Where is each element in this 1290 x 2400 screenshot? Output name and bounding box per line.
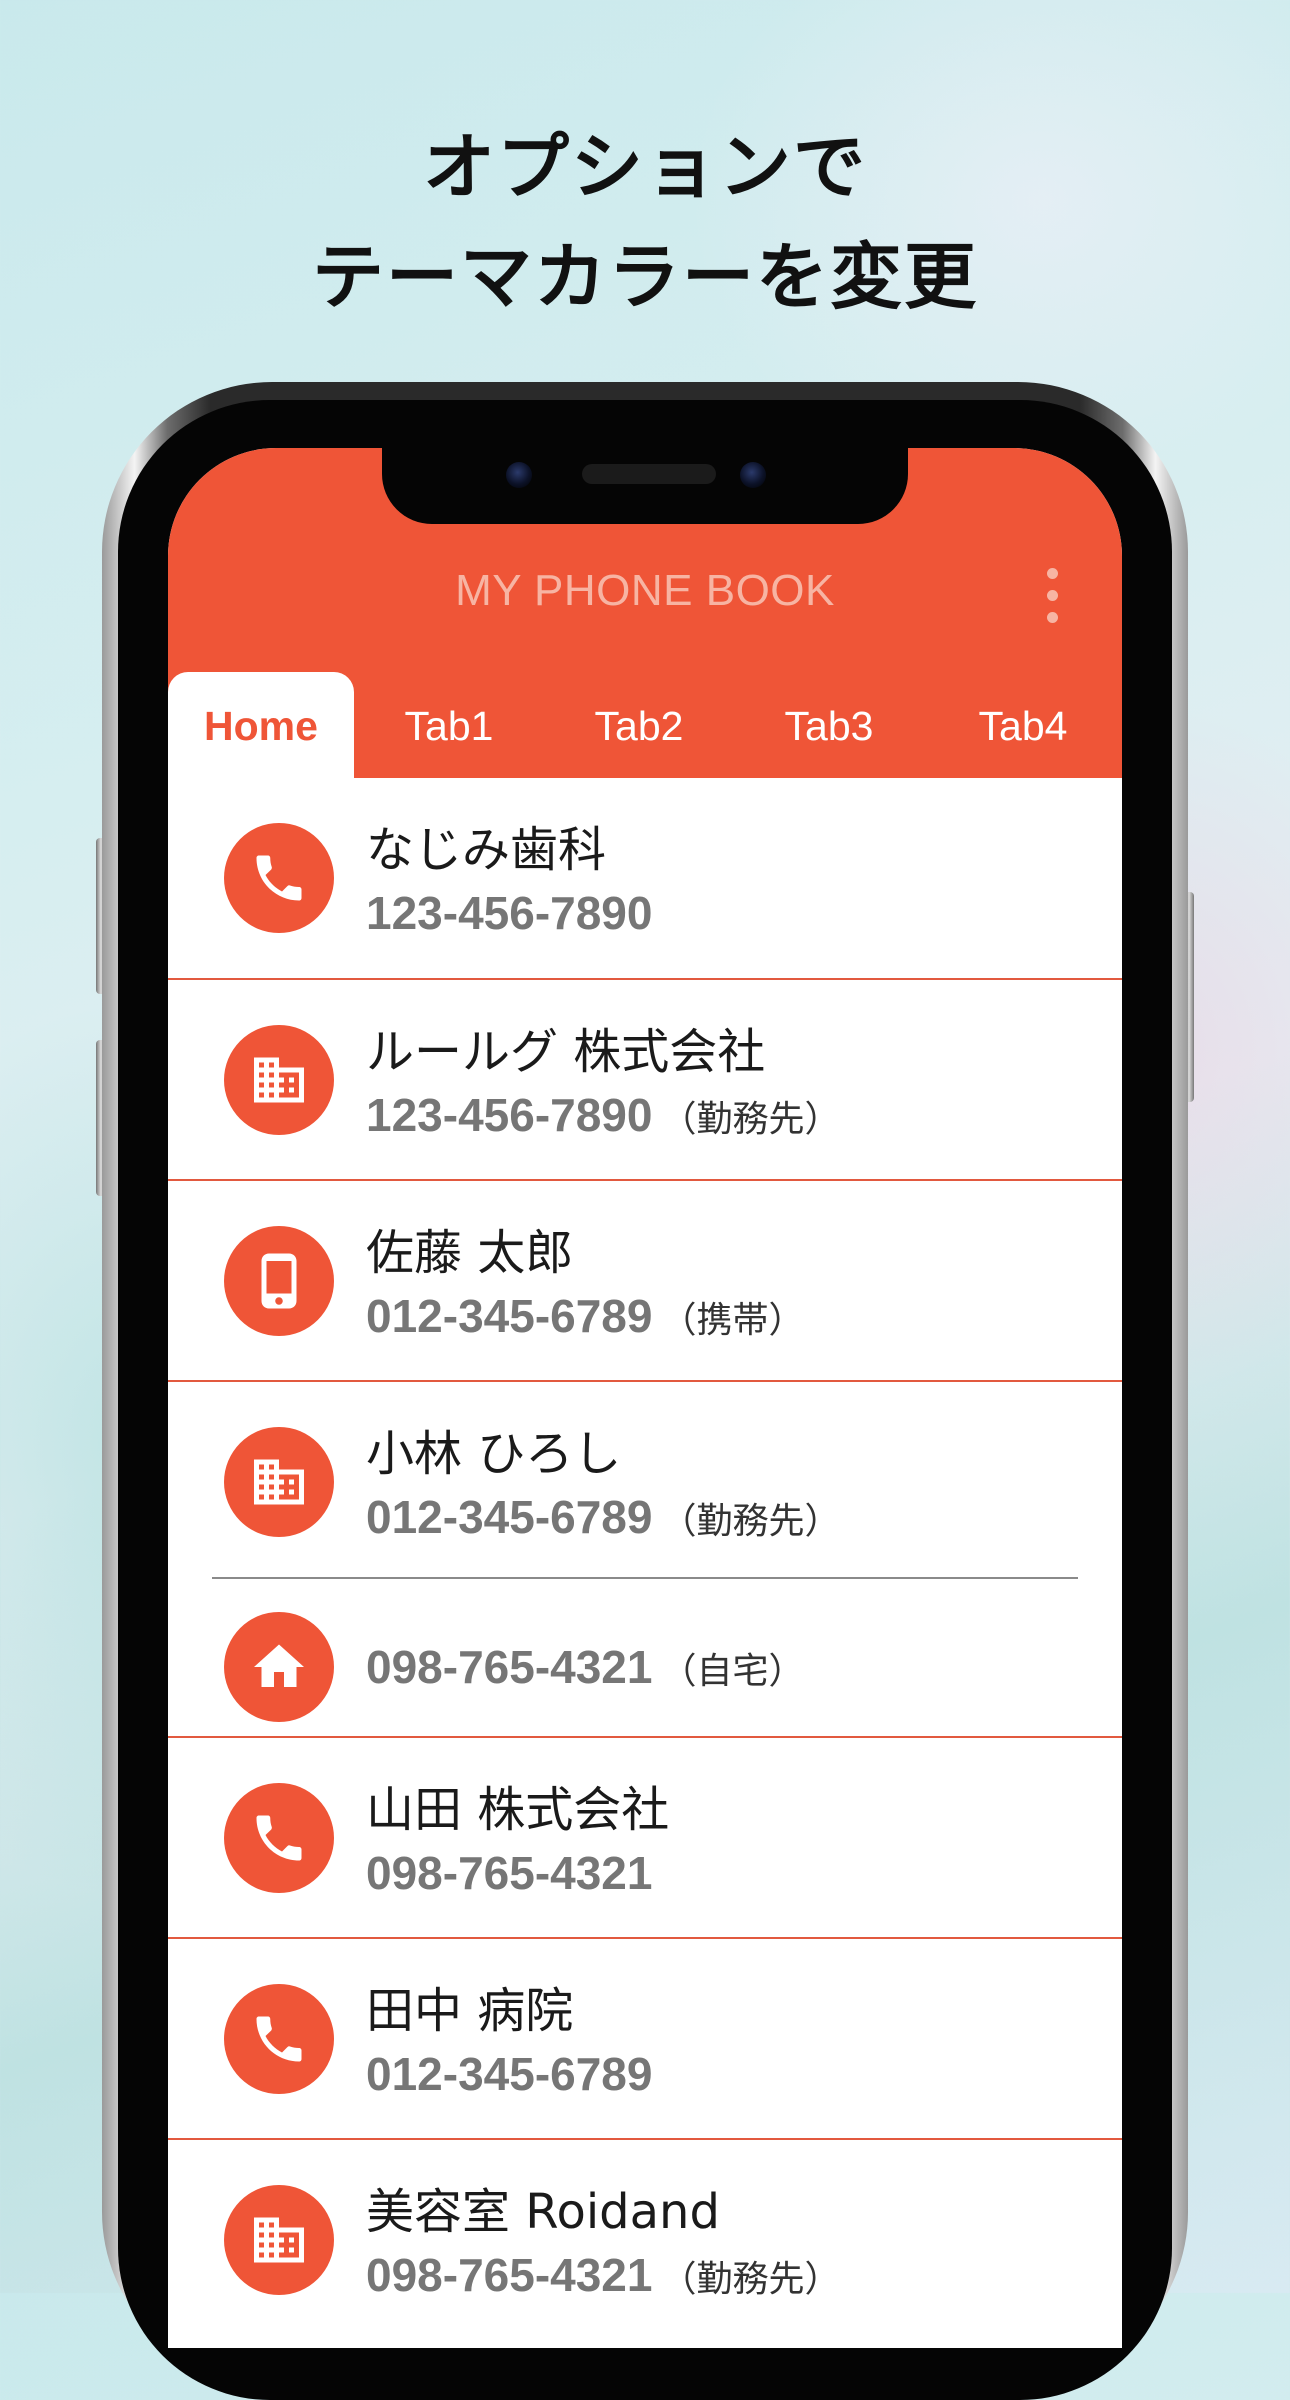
tab-bar: Home Tab1 Tab2 Tab3 Tab4: [168, 672, 1122, 778]
list-item[interactable]: なじみ歯科 123-456-7890: [168, 778, 1122, 980]
phone-icon: [224, 1984, 334, 2094]
contact-number: 098-765-4321: [366, 1847, 653, 1899]
phone-screen: MY PHONE BOOK Home Tab1 Tab2 Tab3 Tab4 な…: [168, 448, 1122, 2348]
contact-number: 123-456-7890: [366, 887, 653, 939]
contact-number: 012-345-6789: [366, 2048, 653, 2100]
phone-icon: [224, 823, 334, 933]
list-item[interactable]: 山田 株式会社 098-765-4321: [168, 1738, 1122, 1939]
tab-tab3[interactable]: Tab3: [734, 672, 924, 778]
front-camera: [506, 462, 532, 488]
mobile-icon: [224, 1226, 334, 1336]
headline-line-1: オプションで: [422, 125, 867, 209]
app-title: MY PHONE BOOK: [455, 566, 835, 615]
contact-number: 098-765-4321 （勤務先）: [366, 2249, 841, 2301]
earpiece-speaker: [582, 464, 716, 484]
sub-item-divider: [212, 1577, 1078, 1579]
list-item[interactable]: 美容室 Roidand 098-765-4321 （勤務先）: [168, 2140, 1122, 2340]
phone-notch: [382, 448, 908, 524]
business-icon: [224, 1427, 334, 1537]
tab-tab4[interactable]: Tab4: [924, 672, 1122, 778]
contact-number[interactable]: 098-765-4321 （自宅）: [366, 1640, 804, 1694]
contact-number: 012-345-6789 （勤務先）: [366, 1491, 841, 1543]
contact-name: 田中 病院: [366, 1983, 574, 2039]
list-item[interactable]: ルールグ 株式会社 123-456-7890 （勤務先）: [168, 980, 1122, 1181]
more-vert-icon[interactable]: [1042, 568, 1062, 624]
contact-name: 佐藤 太郎: [366, 1225, 574, 1281]
tab-tab1[interactable]: Tab1: [354, 672, 544, 778]
list-item[interactable]: 田中 病院 012-345-6789: [168, 1939, 1122, 2140]
tab-home[interactable]: Home: [168, 672, 354, 778]
home-icon: [224, 1612, 334, 1722]
contact-name: 小林 ひろし: [366, 1426, 622, 1482]
list-item[interactable]: 佐藤 太郎 012-345-6789 （携帯）: [168, 1181, 1122, 1382]
headline-line-2: テーマカラーを変更: [311, 235, 978, 319]
contact-name: 美容室 Roidand: [366, 2184, 720, 2240]
front-sensor: [740, 462, 766, 488]
business-icon: [224, 1025, 334, 1135]
contact-name: 山田 株式会社: [366, 1782, 670, 1838]
contact-number: 123-456-7890 （勤務先）: [366, 1089, 841, 1141]
contact-name: ルールグ 株式会社: [366, 1024, 766, 1080]
list-item[interactable]: 小林 ひろし 012-345-6789 （勤務先） 098-765-4321 （自宅…: [168, 1382, 1122, 1738]
phone-icon: [224, 1783, 334, 1893]
promo-headline: オプションで テーマカラーを変更: [0, 112, 1290, 332]
contact-number: 012-345-6789 （携帯）: [366, 1290, 805, 1342]
tab-tab2[interactable]: Tab2: [544, 672, 734, 778]
contact-name: なじみ歯科: [366, 822, 607, 878]
business-icon: [224, 2185, 334, 2295]
